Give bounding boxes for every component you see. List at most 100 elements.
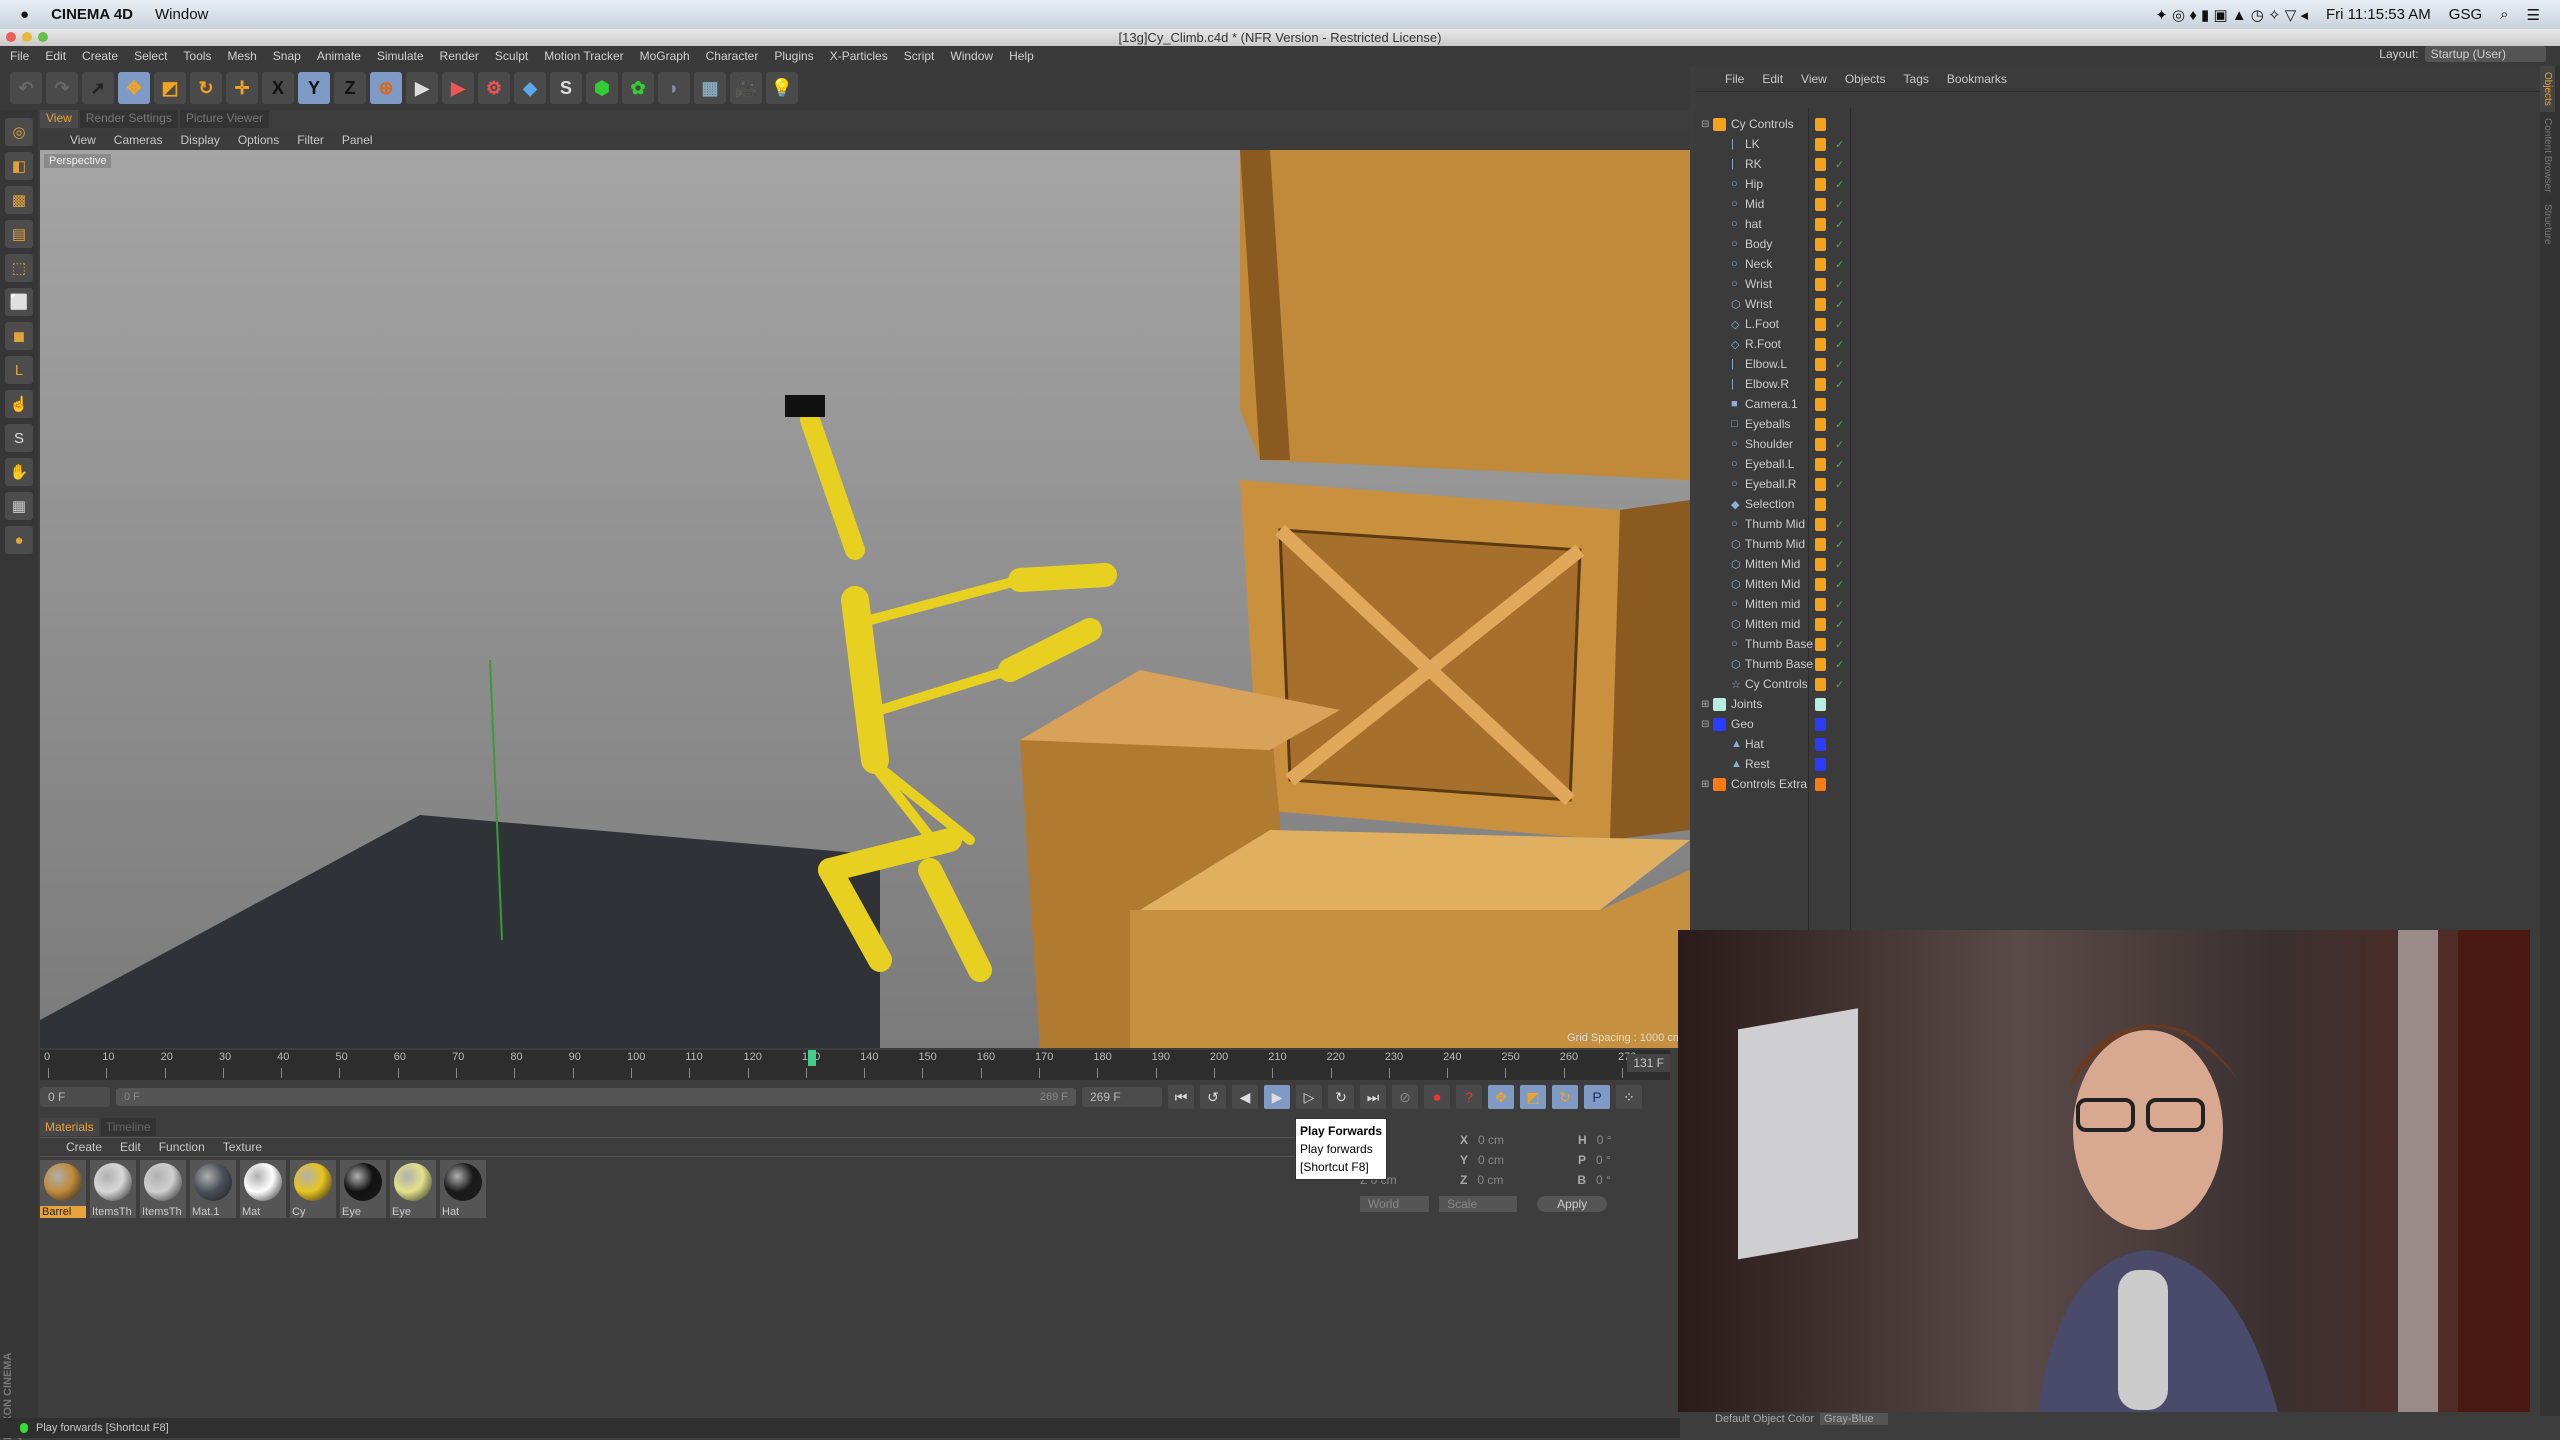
layer-swatch[interactable] bbox=[1815, 637, 1826, 651]
layer-swatch[interactable] bbox=[1815, 177, 1826, 191]
axis-mode-icon[interactable]: L bbox=[5, 356, 33, 384]
object-row[interactable]: ◇ R.Foot ✓ bbox=[1695, 334, 2540, 354]
object-name[interactable]: R.Foot bbox=[1745, 337, 1781, 351]
layer-swatch[interactable] bbox=[1815, 317, 1826, 331]
edges-mode-icon[interactable]: ⬜ bbox=[5, 288, 33, 316]
object-name[interactable]: Eyeball.L bbox=[1745, 457, 1794, 471]
enabled-check-icon[interactable]: ✓ bbox=[1835, 218, 1844, 231]
object-name[interactable]: Elbow.R bbox=[1745, 377, 1789, 391]
object-row[interactable]: ⬡ Wrist ✓ bbox=[1695, 294, 2540, 314]
keyframe-selection-button[interactable]: ? bbox=[1456, 1085, 1482, 1109]
enabled-check-icon[interactable]: ✓ bbox=[1835, 418, 1844, 431]
tab-render-settings[interactable]: Render Settings bbox=[79, 110, 178, 128]
object-name[interactable]: Mitten Mid bbox=[1745, 557, 1800, 571]
object-name[interactable]: Neck bbox=[1745, 257, 1772, 271]
spline-pen-icon[interactable]: S bbox=[550, 72, 582, 104]
rotation-field[interactable]: 0 ° bbox=[1597, 1133, 1612, 1147]
object-row[interactable]: ☆ Cy Controls ✓ bbox=[1695, 674, 2540, 694]
record-keys-button[interactable]: ⊘ bbox=[1392, 1085, 1418, 1109]
object-row[interactable]: ⊟ Cy Controls bbox=[1695, 114, 2540, 134]
tab-timeline[interactable]: Timeline bbox=[100, 1118, 156, 1136]
layer-swatch[interactable] bbox=[1815, 257, 1826, 271]
go-to-previous-key-button[interactable]: ↺ bbox=[1200, 1085, 1226, 1109]
object-name[interactable]: Eyeball.R bbox=[1745, 477, 1796, 491]
viewport-menu-cameras[interactable]: Cameras bbox=[114, 133, 163, 147]
tab-materials[interactable]: Materials bbox=[40, 1118, 99, 1136]
polygons-mode-icon[interactable]: ◼ bbox=[5, 322, 33, 350]
range-slider[interactable]: 0 F 269 F bbox=[116, 1088, 1076, 1106]
object-row[interactable]: | Elbow.R ✓ bbox=[1695, 374, 2540, 394]
render-settings-icon[interactable]: ⚙ bbox=[478, 72, 510, 104]
model-mode-icon[interactable]: ◧ bbox=[5, 152, 33, 180]
om-menu-objects[interactable]: Objects bbox=[1845, 72, 1886, 86]
menu-x-particles[interactable]: X-Particles bbox=[830, 49, 888, 63]
object-row[interactable]: ▲ Hat bbox=[1695, 734, 2540, 754]
object-name[interactable]: Hat bbox=[1745, 737, 1764, 751]
enabled-check-icon[interactable]: ✓ bbox=[1835, 558, 1844, 571]
material-swatch[interactable]: ItemsTh bbox=[140, 1160, 186, 1218]
camera-icon[interactable]: 🎥 bbox=[730, 72, 762, 104]
coordinate-mode-dropdown[interactable]: World bbox=[1360, 1196, 1430, 1212]
object-name[interactable]: Rest bbox=[1745, 757, 1770, 771]
object-row[interactable]: ○ Wrist ✓ bbox=[1695, 274, 2540, 294]
object-name[interactable]: Eyeballs bbox=[1745, 417, 1790, 431]
object-name[interactable]: Thumb Base bbox=[1745, 637, 1813, 651]
enabled-check-icon[interactable]: ✓ bbox=[1835, 138, 1844, 151]
minimize-icon[interactable] bbox=[22, 32, 32, 42]
3d-viewport[interactable]: Perspective Grid Spacing : 1000 cm bbox=[40, 150, 1690, 1048]
material-swatch[interactable]: Barrel bbox=[40, 1160, 86, 1218]
layer-swatch[interactable] bbox=[1815, 657, 1826, 671]
material-menu-edit[interactable]: Edit bbox=[120, 1140, 141, 1154]
object-row[interactable]: ○ Neck ✓ bbox=[1695, 254, 2540, 274]
enabled-check-icon[interactable]: ✓ bbox=[1835, 578, 1844, 591]
enabled-check-icon[interactable]: ✓ bbox=[1835, 278, 1844, 291]
layer-swatch[interactable] bbox=[1815, 297, 1826, 311]
om-menu-tags[interactable]: Tags bbox=[1904, 72, 1929, 86]
enabled-check-icon[interactable]: ✓ bbox=[1835, 298, 1844, 311]
enabled-check-icon[interactable]: ✓ bbox=[1835, 258, 1844, 271]
object-row[interactable]: ⊟ Geo bbox=[1695, 714, 2540, 734]
live-selection-icon[interactable]: ✛ bbox=[226, 72, 258, 104]
texture-mode-icon[interactable]: ▩ bbox=[5, 186, 33, 214]
object-name[interactable]: Wrist bbox=[1745, 297, 1772, 311]
menu-simulate[interactable]: Simulate bbox=[377, 49, 424, 63]
key-position-icon[interactable]: ✥ bbox=[1488, 1085, 1514, 1109]
menu-sculpt[interactable]: Sculpt bbox=[495, 49, 528, 63]
x-axis-toggle[interactable]: X bbox=[262, 72, 294, 104]
layer-swatch[interactable] bbox=[1815, 537, 1826, 551]
om-menu-view[interactable]: View bbox=[1801, 72, 1827, 86]
layer-swatch[interactable] bbox=[1815, 417, 1826, 431]
object-name[interactable]: Mitten Mid bbox=[1745, 577, 1800, 591]
close-icon[interactable] bbox=[6, 32, 16, 42]
end-frame-field[interactable]: 269 F bbox=[1082, 1087, 1162, 1107]
viewport-menu-options[interactable]: Options bbox=[238, 133, 279, 147]
object-row[interactable]: ▲ Rest bbox=[1695, 754, 2540, 774]
side-tab-structure[interactable]: Structure bbox=[2540, 198, 2555, 251]
menu-tools[interactable]: Tools bbox=[183, 49, 211, 63]
enabled-check-icon[interactable]: ✓ bbox=[1835, 318, 1844, 331]
object-row[interactable]: ■ Camera.1 bbox=[1695, 394, 2540, 414]
object-row[interactable]: ○ Eyeball.L ✓ bbox=[1695, 454, 2540, 474]
status-icons[interactable]: ✦ ◎ ♦ ▮ ▣ ▲ ◷ ✧ ▽ ◂ bbox=[2155, 6, 2308, 24]
light-icon[interactable]: 💡 bbox=[766, 72, 798, 104]
object-row[interactable]: ◇ L.Foot ✓ bbox=[1695, 314, 2540, 334]
material-swatch[interactable]: Eye bbox=[390, 1160, 436, 1218]
expand-toggle-icon[interactable]: ⊞ bbox=[1701, 779, 1709, 790]
user-name[interactable]: GSG bbox=[2449, 6, 2482, 23]
y-axis-toggle[interactable]: Y bbox=[298, 72, 330, 104]
enabled-check-icon[interactable]: ✓ bbox=[1835, 538, 1844, 551]
workplane-icon[interactable]: ▤ bbox=[5, 220, 33, 248]
enabled-check-icon[interactable]: ✓ bbox=[1835, 658, 1844, 671]
layer-swatch[interactable] bbox=[1815, 377, 1826, 391]
subdivision-icon[interactable]: ⬢ bbox=[586, 72, 618, 104]
viewport-menu-filter[interactable]: Filter bbox=[297, 133, 324, 147]
layer-swatch[interactable] bbox=[1815, 137, 1826, 151]
material-menu-function[interactable]: Function bbox=[159, 1140, 205, 1154]
expand-toggle-icon[interactable]: ⊟ bbox=[1701, 119, 1709, 130]
spotlight-icon[interactable]: ⌕ bbox=[2500, 6, 2508, 23]
layer-swatch[interactable] bbox=[1815, 777, 1826, 791]
object-row[interactable]: ⬡ Mitten mid ✓ bbox=[1695, 614, 2540, 634]
menu-render[interactable]: Render bbox=[440, 49, 479, 63]
timeline-ruler[interactable]: 0102030405060708090100110120130140150160… bbox=[40, 1050, 1670, 1080]
object-row[interactable]: ○ Mid ✓ bbox=[1695, 194, 2540, 214]
